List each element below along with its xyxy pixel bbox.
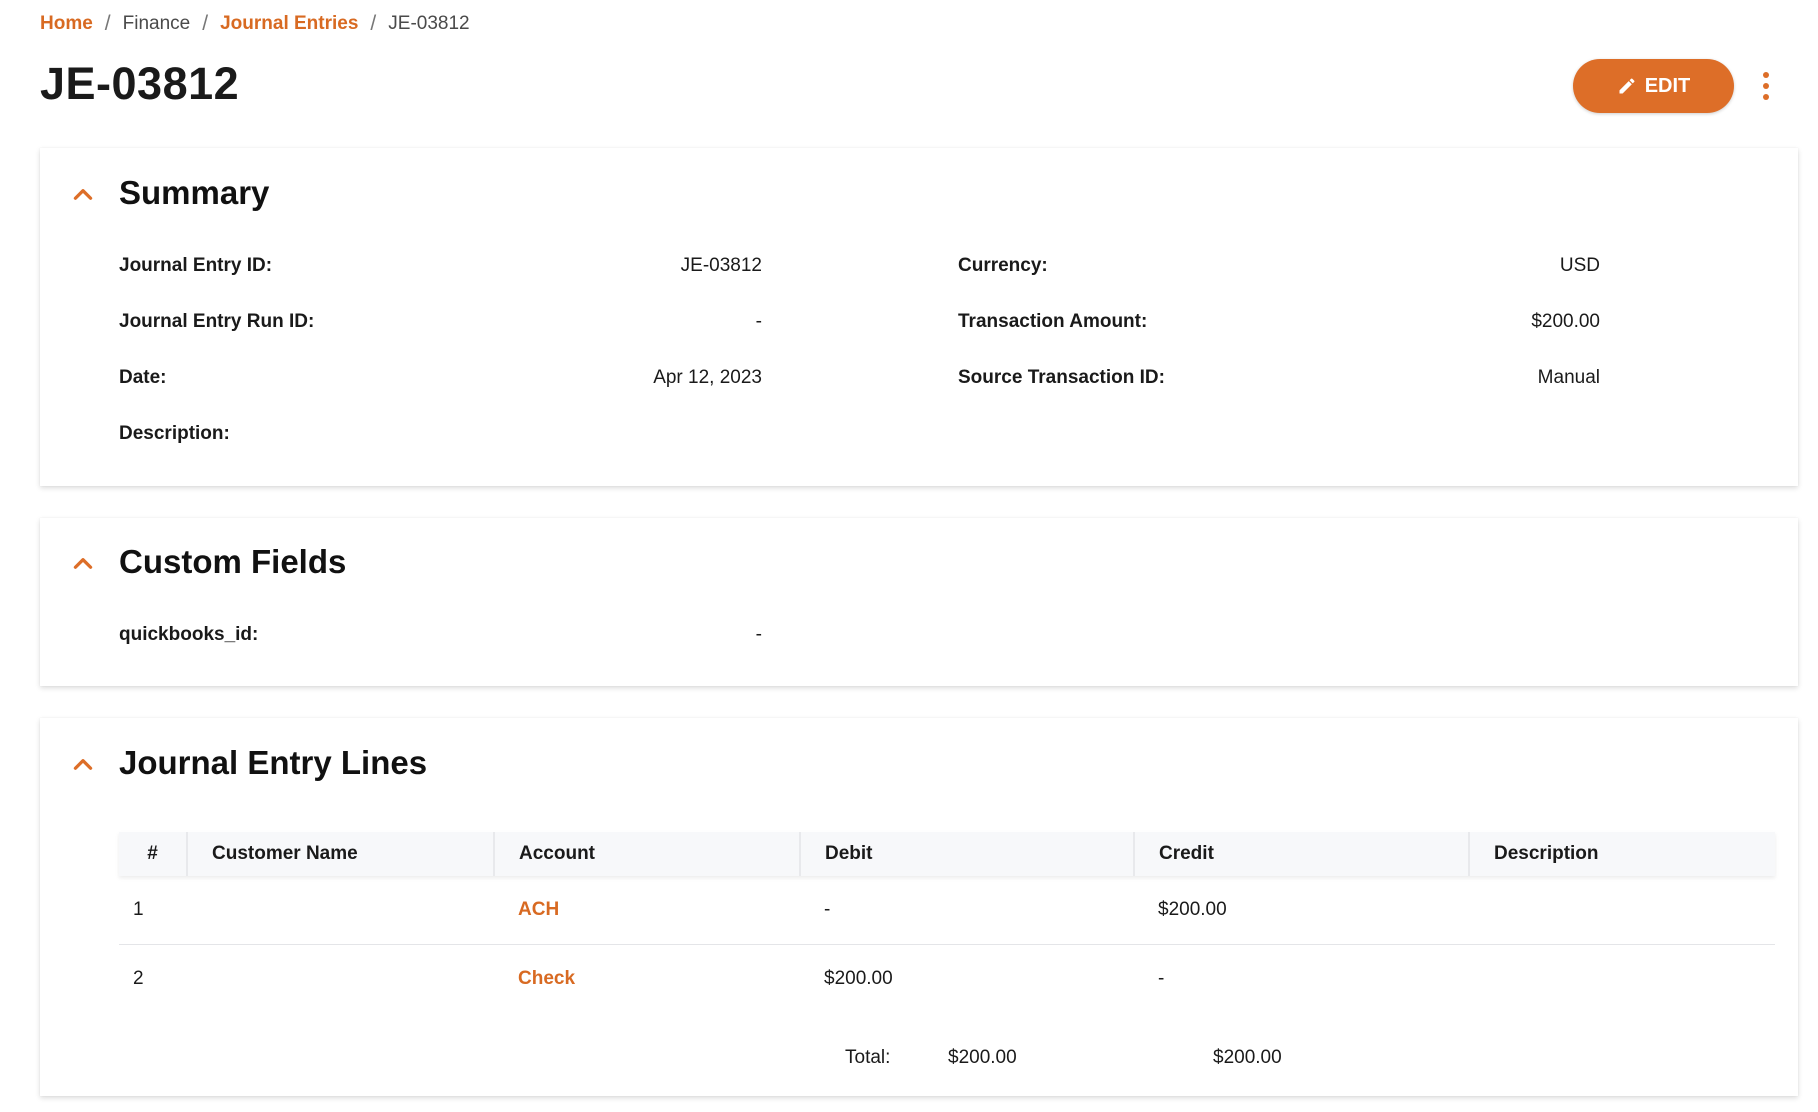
row-number: 1 [119,876,187,945]
journal-entry-id-label: Journal Entry ID: [119,255,273,276]
journal-entry-lines-title: Journal Entry Lines [119,744,428,781]
total-credit-value: $200.00 [1213,1047,1282,1068]
edit-button[interactable]: EDIT [1573,59,1734,113]
table-row: 1 ACH - $200.00 [119,876,1775,945]
summary-title: Summary [119,174,270,211]
edit-button-label: EDIT [1644,74,1691,97]
account-cell: ACH [494,876,800,945]
custom-fields-title: Custom Fields [119,543,347,580]
breadcrumb-finance: Finance [122,13,191,34]
chevron-up-icon[interactable] [70,182,96,208]
debit-cell: - [800,876,1134,945]
column-header-credit[interactable]: Credit [1134,832,1470,876]
column-header-description[interactable]: Description [1469,832,1775,876]
source-transaction-id-label: Source Transaction ID: [958,367,1165,388]
breadcrumb-separator: / [104,12,111,35]
pencil-icon [1619,78,1635,94]
date-label: Date: [119,367,167,388]
journal-entry-run-id-value: - [755,311,762,332]
breadcrumb-current: JE-03812 [388,13,470,34]
customer-name-cell [187,945,494,1014]
table-header-row: # Customer Name Account Debit Credit Des… [119,832,1775,876]
row-number: 2 [133,968,144,989]
transaction-amount-value: $200.00 [1531,311,1600,332]
table-row: 2 Check $200.00 - [119,945,1775,1014]
quickbooks-id-label: quickbooks_id: [119,624,259,645]
custom-fields-card: Custom Fields quickbooks_id: - [40,518,1798,686]
journal-entry-lines-card: Journal Entry Lines # Customer Name Acco… [40,718,1798,1096]
quickbooks-id-value: - [755,624,762,645]
total-label: Total: [845,1047,891,1068]
description-cell [1469,876,1775,945]
total-debit-value: $200.00 [948,1047,1017,1068]
currency-label: Currency: [958,255,1048,276]
account-cell: Check [494,945,800,1014]
credit-cell: $200.00 [1134,876,1469,945]
debit-cell: $200.00 [824,968,893,989]
summary-card: Summary Journal Entry ID: JE-03812 Journ… [40,148,1798,486]
journal-entry-lines-table: # Customer Name Account Debit Credit Des… [119,832,1775,1013]
breadcrumb-separator: / [370,12,377,35]
account-link[interactable]: Check [518,968,575,989]
source-transaction-id-value: Manual [1537,367,1600,388]
breadcrumb: Home / Finance / Journal Entries / JE-03… [40,12,470,36]
account-link[interactable]: ACH [518,899,559,920]
date-value: Apr 12, 2023 [653,367,762,388]
chevron-up-icon[interactable] [70,752,96,778]
more-options-icon[interactable] [1752,66,1780,106]
breadcrumb-journal-entries-link[interactable]: Journal Entries [220,13,358,35]
transaction-amount-label: Transaction Amount: [958,311,1148,332]
column-header-customer-name[interactable]: Customer Name [187,832,495,876]
credit-cell: - [1158,968,1165,989]
column-header-account[interactable]: Account [494,832,801,876]
journal-entry-id-value: JE-03812 [680,255,762,276]
currency-value: USD [1559,255,1600,276]
page-title: JE-03812 [40,58,240,109]
breadcrumb-home-link[interactable]: Home [40,13,93,35]
description-cell [1469,945,1775,1014]
customer-name-cell [187,876,494,945]
journal-entry-run-id-label: Journal Entry Run ID: [119,311,315,332]
chevron-up-icon[interactable] [70,551,96,577]
breadcrumb-separator: / [202,12,209,35]
description-label: Description: [119,423,230,444]
column-header-debit[interactable]: Debit [800,832,1135,876]
column-header-number[interactable]: # [119,832,188,876]
